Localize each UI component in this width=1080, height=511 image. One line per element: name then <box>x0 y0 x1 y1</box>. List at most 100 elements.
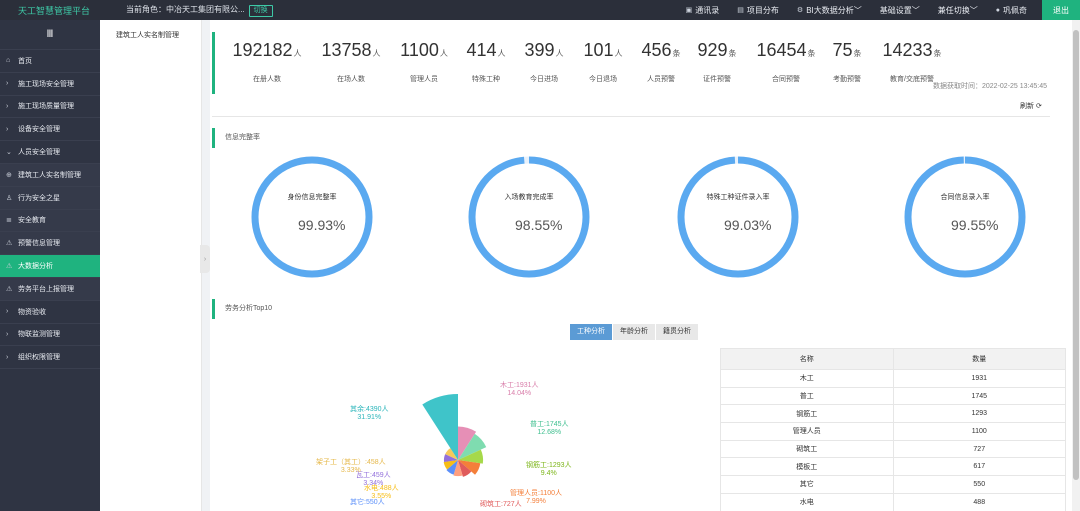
chevron-down-icon: ⌄ <box>6 149 12 157</box>
sidebar-item-home[interactable]: ⌂ 首页 <box>0 50 100 73</box>
cell-name: 水电 <box>721 493 894 511</box>
sidebar-item-labor-report[interactable]: ⚠ 劳务平台上报管理 <box>0 277 100 301</box>
stat-today-in: 399人 今日进场 <box>523 40 565 84</box>
cell-count: 617 <box>973 463 986 471</box>
table-row: 木工 1931 <box>720 370 1066 388</box>
pie-slice[interactable] <box>422 394 458 460</box>
chart-icon: ⚠ <box>6 285 13 293</box>
stat-value: 1100 <box>400 40 439 60</box>
gear-icon: ⚙ <box>796 7 804 14</box>
sidebar-item-label: 组织权限管理 <box>18 354 60 362</box>
sidebar-item-label: 物资验收 <box>18 308 46 316</box>
tab-realname[interactable]: 建筑工人实名制管理 <box>100 30 201 40</box>
ring-label: 特殊工种证件录入率 <box>706 194 770 201</box>
chevron-right-icon: › <box>6 330 9 338</box>
sidebar-item-behavior-star[interactable]: ♙ 行为安全之星 <box>0 186 100 210</box>
sidebar: Ⅲ ⌂ 首页 › 施工现场安全管理 › 施工现场质量管理 › 设备安全管理 ⌄ 人员安全管… <box>0 20 100 511</box>
nav-project-distribution[interactable]: ▤ 项目分布 <box>728 5 788 16</box>
chevron-right-icon: › <box>6 102 9 110</box>
stat-value: 14233 <box>882 40 933 60</box>
cell-name: 模板工 <box>721 458 894 476</box>
cell-count: 1100 <box>971 427 987 435</box>
stat-label: 今日进场 <box>530 76 558 83</box>
sidebar-item-label: 预警信息管理 <box>18 240 60 248</box>
refresh-button[interactable]: 刷新 ⟳ <box>1020 101 1042 111</box>
sidebar-toggle-icon[interactable]: Ⅲ <box>0 20 100 50</box>
stat-onsite: 13758人 在场人数 <box>319 40 383 84</box>
pie-label-mason: 砌筑工:727人 <box>480 501 522 508</box>
nav-basic-settings[interactable]: 基础设置﹀ <box>871 5 929 16</box>
stat-unit: 条 <box>728 49 737 58</box>
ring-value: 99.93% <box>298 217 346 233</box>
sidebar-item-warning[interactable]: ⚠ 预警信息管理 <box>0 232 100 256</box>
cell-count: 1931 <box>971 374 988 382</box>
current-role: 当前角色：中冶天工集团有限公... 切换 <box>126 4 273 17</box>
cell-name: 砌筑工 <box>721 440 894 458</box>
nav-user[interactable]: ● 巩佩奇 <box>987 5 1036 16</box>
ring-identity: 身份信息完整率 99.93% <box>250 155 374 279</box>
cell-name: 钢筋工 <box>721 405 894 423</box>
stat-value: 399 <box>524 40 555 60</box>
nav-label: 基础设置﹀ <box>879 5 920 15</box>
table-row: 砌筑工 727 <box>720 440 1066 459</box>
nav-label: 兼任切换﹀ <box>937 5 978 15</box>
cell-count: 1745 <box>971 392 988 400</box>
chevron-right-icon: › <box>6 80 9 88</box>
id-icon: ⊕ <box>6 171 12 179</box>
nav-contacts[interactable]: ▣ 通讯录 <box>677 5 729 16</box>
pie-label-carpenter: 木工:1931人 14.04% <box>500 382 539 397</box>
cell-count: 1293 <box>971 410 988 418</box>
ring-contract: 合同信息录入率 99.55% <box>903 155 1027 279</box>
tab-age-analysis[interactable]: 年龄分析 <box>613 324 655 340</box>
sidebar-item-safety-education[interactable]: ≣ 安全教育 <box>0 209 100 233</box>
stat-value: 929 <box>697 40 728 60</box>
ring-label: 合同信息录入率 <box>940 194 990 201</box>
sidebar-item-bigdata[interactable]: ⚠ 大数据分析 <box>0 255 100 278</box>
stat-label: 人员预警 <box>647 76 675 83</box>
data-timestamp: 数据获取时间：2022-02-25 13:45:45 <box>933 83 1047 90</box>
switch-role-button[interactable]: 切换 <box>248 4 273 17</box>
sidebar-item-equipment-safety[interactable]: › 设备安全管理 <box>0 118 100 142</box>
scrollbar-thumb[interactable] <box>1073 30 1079 480</box>
table-header: 名称 数量 <box>720 348 1066 370</box>
stat-label: 特殊工种 <box>472 76 500 83</box>
sidebar-item-personnel-safety[interactable]: ⌄ 人员安全管理 <box>0 141 100 164</box>
stat-unit: 人 <box>293 49 302 58</box>
nav-bi-analysis[interactable]: ⚙ BI大数据分析﹀ <box>788 5 871 16</box>
nav-role-switch[interactable]: 兼任切换﹀ <box>929 5 987 16</box>
stat-value: 101 <box>583 40 614 60</box>
divider <box>212 116 1050 117</box>
cell-count: 550 <box>973 480 986 488</box>
stat-registered: 192182人 在册人数 <box>227 40 307 84</box>
sidebar-item-iot[interactable]: › 物联监测管理 <box>0 324 100 347</box>
scrollbar[interactable] <box>1072 20 1080 511</box>
stat-label: 证件预警 <box>703 76 731 83</box>
logout-button[interactable]: 退出 <box>1042 0 1080 20</box>
pie-label-scaffolder: 架子工（其工）:458人 3.33% <box>316 459 386 474</box>
stat-contract-warning: 16454条 合同预警 <box>751 40 821 84</box>
sidebar-item-material[interactable]: › 物资验收 <box>0 301 100 324</box>
user-name: 巩佩奇 <box>1003 5 1027 15</box>
map-icon: ▤ <box>737 7 744 14</box>
chart-icon: ⚠ <box>6 263 13 271</box>
tab-trade-analysis[interactable]: 工种分析 <box>570 324 612 340</box>
sidebar-item-site-quality[interactable]: › 施工现场质量管理 <box>0 96 100 119</box>
sidebar-item-org[interactable]: › 组织权限管理 <box>0 346 100 370</box>
sidebar-item-realname[interactable]: ⊕ 建筑工人实名制管理 <box>0 163 100 187</box>
stat-cert-warning: 929条证件预警 <box>696 40 738 84</box>
stat-label: 在场人数 <box>337 76 365 83</box>
pie-label-general: 普工:1745人 12.68% <box>530 421 569 436</box>
section-integrity-title: 信息完整率 <box>212 128 260 148</box>
rose-pie-chart: 木工:1931人 14.04% 普工:1745人 12.68% 钢筋工:1293… <box>300 365 630 511</box>
collapse-handle-icon[interactable]: › <box>200 245 210 273</box>
sidebar-item-site-safety[interactable]: › 施工现场安全管理 <box>0 73 100 96</box>
cell-name: 普工 <box>721 387 894 405</box>
ring-special-cert: 特殊工种证件录入率 99.03% <box>676 155 800 279</box>
sidebar-item-label: 人员安全管理 <box>18 149 60 157</box>
contacts-icon: ▣ <box>685 7 693 14</box>
ring-label: 入场教育完成率 <box>504 194 554 201</box>
ring-education: 入场教育完成率 98.55% <box>467 155 591 279</box>
table-row: 钢筋工 1293 <box>720 405 1066 424</box>
tab-origin-analysis[interactable]: 籍贯分析 <box>656 324 698 340</box>
ring-value: 99.03% <box>724 217 772 233</box>
